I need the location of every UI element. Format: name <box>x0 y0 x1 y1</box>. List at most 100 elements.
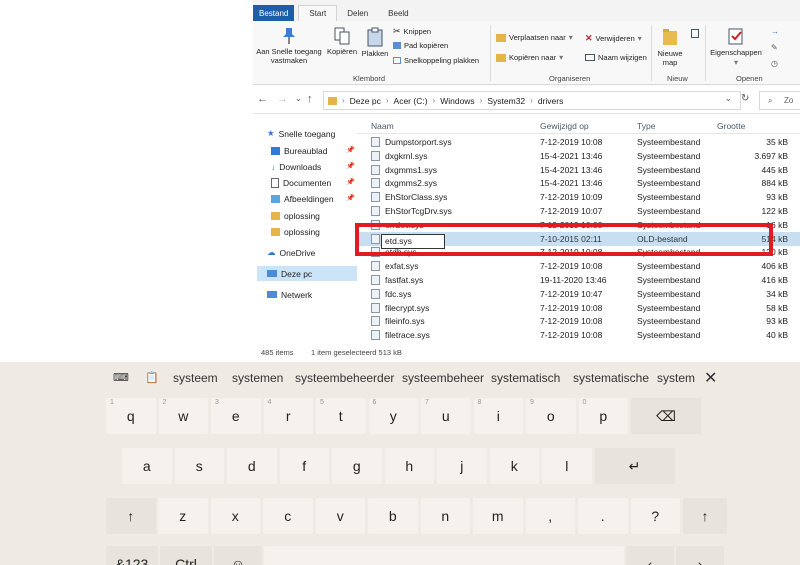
file-row[interactable]: fastfat.sys 19-11-2020 13:46 Systeembestan… <box>357 273 800 287</box>
open-button[interactable]: → <box>771 27 779 36</box>
search-box[interactable]: ⌕ Zo <box>759 91 800 110</box>
key-,[interactable]: , <box>525 498 575 534</box>
key-m[interactable]: m <box>473 498 523 534</box>
file-row[interactable]: EhStorTcgDrv.sys 7-12-2019 10:07 Systeembe… <box>357 204 800 218</box>
new-folder-button[interactable]: Nieuwe map <box>653 27 687 67</box>
delete-button[interactable]: ✕ Verwijderen ▾ <box>585 33 642 44</box>
new-item-button[interactable] <box>691 29 699 38</box>
breadcrumb-system32[interactable]: System32 <box>487 96 525 106</box>
column-date[interactable]: Gewijzigd op <box>540 121 589 131</box>
breadcrumb-drive[interactable]: Acer (C:) <box>394 96 428 106</box>
nav-pictures[interactable]: Afbeeldingen <box>271 191 334 206</box>
ctrl-key[interactable]: Ctrl <box>160 546 212 565</box>
key-l[interactable]: l <box>542 448 592 484</box>
backspace-key[interactable]: ⌫ <box>631 398 701 434</box>
keyboard-settings-icon[interactable]: ⌨ <box>113 371 129 384</box>
key-b[interactable]: b <box>368 498 418 534</box>
enter-key[interactable]: ↵ <box>594 448 675 484</box>
key-p[interactable]: 0p <box>578 398 628 434</box>
suggestion-1[interactable]: systeem <box>173 371 218 385</box>
file-row[interactable]: errdev.sys 7-12-2019 10:08 Systeembestand 1… <box>357 218 800 232</box>
column-type[interactable]: Type <box>637 121 655 131</box>
recent-locations-chevron-icon[interactable]: ⌄ <box>295 93 302 105</box>
clipboard-icon[interactable]: 📋 <box>145 371 159 384</box>
file-row[interactable]: fileinfo.sys 7-12-2019 10:08 Systeembestan… <box>357 314 800 328</box>
column-name[interactable]: Naam <box>371 121 394 131</box>
tab-start[interactable]: Start <box>298 5 338 21</box>
suggestion-2[interactable]: systemen <box>232 371 283 385</box>
breadcrumb-windows[interactable]: Windows <box>440 96 474 106</box>
key-d[interactable]: d <box>227 448 277 484</box>
key-w[interactable]: 2w <box>158 398 208 434</box>
nav-onedrive[interactable]: ☁ OneDrive <box>267 245 315 260</box>
column-size[interactable]: Grootte <box>717 121 745 131</box>
nav-desktop[interactable]: Bureaublad <box>271 143 327 158</box>
cut-button[interactable]: ✂ Knippen <box>393 26 431 37</box>
key-r[interactable]: 4r <box>263 398 313 434</box>
shift-key-left[interactable]: ↑ <box>106 498 156 534</box>
nav-network[interactable]: Netwerk <box>267 287 312 302</box>
numbers-mode-key[interactable]: &123 <box>106 546 158 565</box>
key-e[interactable]: 3e <box>211 398 261 434</box>
up-arrow-icon[interactable]: ↑ <box>307 93 313 105</box>
file-row[interactable]: Dumpstorport.sys 7-12-2019 10:08 Systeembe… <box>357 135 800 149</box>
key-t[interactable]: 5t <box>316 398 366 434</box>
nav-downloads[interactable]: ↓ Downloads <box>271 159 321 174</box>
key-c[interactable]: c <box>263 498 313 534</box>
key-a[interactable]: a <box>122 448 172 484</box>
suggestion-7[interactable]: systema <box>657 371 695 385</box>
copy-button[interactable]: Kopiëren <box>326 27 358 57</box>
suggestion-3[interactable]: systeembeheerder <box>295 371 394 385</box>
key-n[interactable]: n <box>420 498 470 534</box>
shift-key-right[interactable]: ↑ <box>683 498 727 534</box>
key-x[interactable]: x <box>210 498 260 534</box>
key-h[interactable]: h <box>384 448 434 484</box>
key-i[interactable]: 8i <box>473 398 523 434</box>
space-key[interactable] <box>264 546 624 565</box>
nav-documents[interactable]: Documenten <box>271 175 331 190</box>
file-row[interactable]: etd.sys 7-10-2015 02:11 OLD-bestand 514 kB <box>357 231 800 249</box>
breadcrumb-this-pc[interactable]: Deze pc <box>350 96 381 106</box>
file-row[interactable]: dxgmms2.sys 15-4-2021 13:46 Systeembestand… <box>357 176 800 190</box>
file-row[interactable]: dxgmms1.sys 15-4-2021 13:46 Systeembestand… <box>357 163 800 177</box>
close-icon[interactable]: ✕ <box>704 368 717 388</box>
refresh-icon[interactable]: ↻ <box>741 93 749 105</box>
tab-view[interactable]: Beeld <box>378 5 418 21</box>
key-k[interactable]: k <box>489 448 539 484</box>
suggestion-6[interactable]: systematische <box>573 371 649 385</box>
move-to-button[interactable]: Verplaatsen naar ▾ <box>496 33 573 42</box>
key-v[interactable]: v <box>315 498 365 534</box>
suggestion-5[interactable]: systematisch <box>491 371 560 385</box>
nav-quick-access[interactable]: ★ Snelle toegang <box>267 126 335 141</box>
copy-to-button[interactable]: Kopiëren naar ▾ <box>496 53 563 62</box>
edit-button[interactable]: ✎ <box>771 43 778 52</box>
forward-arrow-icon[interactable]: → <box>277 93 288 105</box>
file-row[interactable]: EhStorClass.sys 7-12-2019 10:09 Systeembes… <box>357 190 800 204</box>
tab-file[interactable]: Bestand <box>253 5 295 21</box>
nav-oplossing-1[interactable]: oplossing <box>271 208 320 223</box>
key-u[interactable]: 7u <box>421 398 471 434</box>
address-dropdown-icon[interactable]: ⌄ <box>725 93 732 105</box>
pin-quick-access-button[interactable]: Aan Snelle toegang vastmaken <box>255 27 323 65</box>
properties-button[interactable]: Eigenschappen ▾ <box>708 27 764 67</box>
file-row[interactable]: fdc.sys 7-12-2019 10:47 Systeembestand 34 k… <box>357 287 800 301</box>
back-arrow-icon[interactable]: ← <box>257 93 268 105</box>
suggestion-4[interactable]: systeembeheer <box>402 371 484 385</box>
nav-this-pc[interactable]: Deze pc <box>257 266 357 281</box>
key-o[interactable]: 9o <box>526 398 576 434</box>
rename-button[interactable]: Naam wijzigen <box>585 53 647 62</box>
nav-oplossing-2[interactable]: oplossing <box>271 224 320 239</box>
file-row[interactable]: dxgkrnl.sys 15-4-2021 13:46 Systeembestand… <box>357 149 800 163</box>
breadcrumb-drivers[interactable]: drivers <box>538 96 564 106</box>
file-row[interactable]: filecrypt.sys 7-12-2019 10:08 Systeembesta… <box>357 301 800 315</box>
key-.[interactable]: . <box>578 498 628 534</box>
key-q[interactable]: 1q <box>106 398 156 434</box>
address-box[interactable]: › Deze pc › Acer (C:) › Windows › System… <box>323 91 741 110</box>
key-j[interactable]: j <box>437 448 487 484</box>
file-row[interactable]: filetrace.sys 7-12-2019 10:08 Systeembesta… <box>357 328 800 342</box>
file-row[interactable]: exfat.sys 7-12-2019 10:08 Systeembestand 40… <box>357 259 800 273</box>
copy-path-button[interactable]: Pad kopiëren <box>393 41 448 50</box>
key-g[interactable]: g <box>332 448 382 484</box>
paste-shortcut-button[interactable]: Snelkoppeling plakken <box>393 56 479 65</box>
left-arrow-key[interactable]: ‹ <box>626 546 674 565</box>
